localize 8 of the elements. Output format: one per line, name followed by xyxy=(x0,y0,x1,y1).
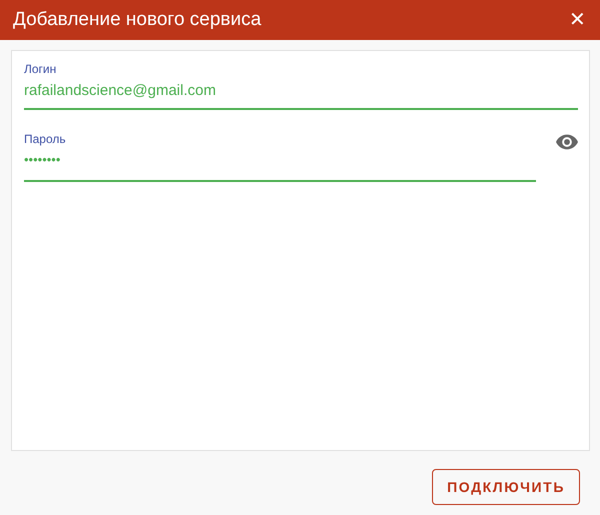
login-field[interactable]: rafailandscience@gmail.com xyxy=(24,80,578,110)
connect-button[interactable]: ПОДКЛЮЧИТЬ xyxy=(432,469,580,505)
field-label: Логин xyxy=(24,62,56,76)
field-label: Пароль xyxy=(24,132,66,146)
window-title: Добавление нового сервиса xyxy=(13,9,262,31)
eye-icon[interactable] xyxy=(556,134,578,150)
close-button[interactable]: ✕ xyxy=(569,10,586,30)
password-field[interactable]: •••••••• xyxy=(24,150,536,182)
